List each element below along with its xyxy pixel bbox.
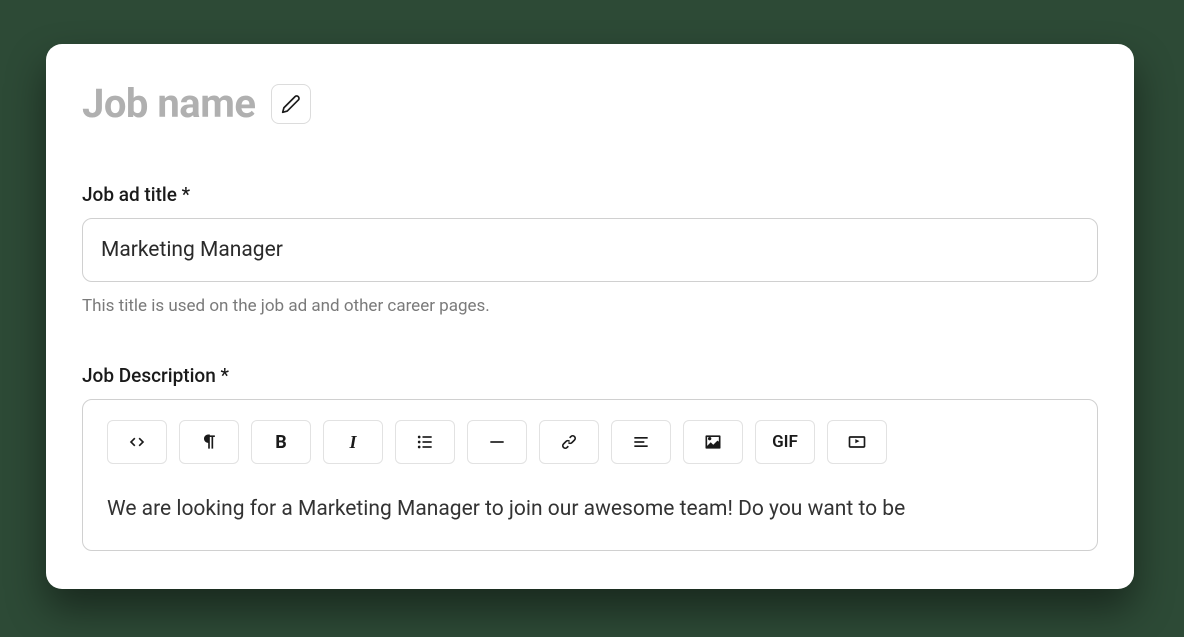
image-button[interactable] [683,420,743,464]
bold-button[interactable]: B [251,420,311,464]
description-label: Job Description * [82,364,1098,387]
description-content[interactable]: We are looking for a Marketing Manager t… [107,494,1073,526]
paragraph-format-button[interactable] [179,420,239,464]
italic-icon: I [349,432,356,453]
video-icon [847,432,867,452]
code-icon [127,432,147,452]
video-button[interactable] [827,420,887,464]
gif-icon: GIF [772,432,798,452]
ad-title-input[interactable] [82,218,1098,282]
edit-name-button[interactable] [271,84,311,124]
header-row: Job name [82,80,1098,127]
ad-title-label: Job ad title * [82,183,1098,206]
minus-icon [487,432,507,452]
align-button[interactable] [611,420,671,464]
list-icon [415,432,435,452]
pilcrow-icon [199,432,219,452]
page-title: Job name [82,80,255,127]
image-icon [703,432,723,452]
pencil-icon [281,94,301,114]
italic-button[interactable]: I [323,420,383,464]
align-icon [631,432,651,452]
link-icon [559,432,579,452]
list-button[interactable] [395,420,455,464]
code-view-button[interactable] [107,420,167,464]
gif-button[interactable]: GIF [755,420,815,464]
link-button[interactable] [539,420,599,464]
horizontal-rule-button[interactable] [467,420,527,464]
ad-title-helper: This title is used on the job ad and oth… [82,296,1098,316]
job-form-card: Job name Job ad title * This title is us… [46,44,1134,589]
editor-toolbar: B I GIF [107,420,1073,464]
bold-icon: B [275,432,287,453]
description-editor: B I GIF [82,399,1098,551]
